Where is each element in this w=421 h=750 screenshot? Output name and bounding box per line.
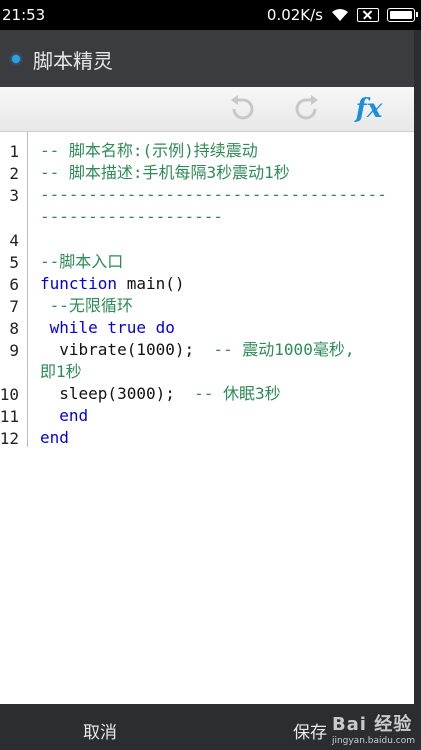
undo-button[interactable] (226, 93, 260, 125)
undo-icon (231, 95, 254, 120)
app-title-bar: 脚本精灵 (0, 30, 414, 87)
sim-none-icon (357, 8, 379, 22)
line-number: 9 (9, 341, 19, 360)
code-line: -- 脚本名称:(示例)持续震动 (40, 141, 258, 160)
line-number: 2 (9, 164, 19, 183)
code-text: vibrate(1000); (40, 340, 195, 359)
code-line: --无限循环 (40, 296, 133, 315)
app-title: 脚本精灵 (33, 49, 113, 73)
code-line: while true do (40, 317, 175, 339)
code-line: -- 脚本描述:手机每隔3秒震动1秒 (40, 163, 290, 182)
editor-toolbar: fx (0, 87, 414, 132)
editor-panel: fx 1 2 3 4 5 6 7 8 9 10 11 12 -- 脚本名称:(示… (0, 87, 414, 704)
code-line: sleep(3000); -- 休眠3秒 (40, 383, 281, 405)
line-number: 6 (9, 275, 19, 294)
bottom-action-bar: 取消 保存 Bai 经验 jingyan.baidu.com (0, 704, 421, 750)
line-number: 3 (9, 186, 19, 205)
code-line-wrap: 即1秒 (40, 362, 82, 381)
code-keyword: function (40, 274, 118, 293)
status-dot-icon (12, 55, 20, 63)
line-number-gutter: 1 2 3 4 5 6 7 8 9 10 11 12 (0, 132, 28, 448)
code-text: sleep(3000); (40, 384, 175, 403)
status-bar: 21:53 0.02K/s (0, 0, 421, 30)
cancel-button[interactable]: 取消 (83, 718, 117, 743)
status-time: 21:53 (2, 6, 46, 24)
code-editor[interactable]: 1 2 3 4 5 6 7 8 9 10 11 12 -- 脚本名称:(示例)持… (0, 132, 414, 704)
code-keyword: true (97, 318, 146, 337)
line-number: 7 (9, 297, 19, 316)
status-right: 0.02K/s (266, 6, 418, 24)
code-comment: -- 震动1000毫秒, (194, 340, 355, 359)
code-text: main() (117, 274, 185, 293)
battery-icon (387, 8, 418, 22)
line-number: 11 (0, 407, 19, 426)
line-number: 8 (9, 319, 19, 338)
line-number: 4 (9, 231, 19, 250)
line-number: 10 (0, 385, 19, 404)
line-number: 1 (9, 142, 19, 161)
code-keyword: while (40, 318, 98, 337)
code-line: end (40, 428, 69, 447)
save-button[interactable]: 保存 (293, 718, 327, 743)
wifi-icon (332, 9, 348, 21)
code-line: --脚本入口 (40, 252, 124, 271)
code-keyword: do (145, 318, 175, 337)
code-line: ------------------------------------ (40, 185, 387, 204)
code-line: end (40, 406, 89, 425)
redo-icon (295, 95, 318, 120)
fx-icon: fx (355, 94, 383, 124)
line-number: 12 (0, 429, 19, 448)
code-line: function main() (40, 273, 185, 295)
watermark-text: Bai 经验 (331, 714, 413, 735)
redo-button[interactable] (289, 93, 323, 125)
code-line-wrap: ------------------- (40, 207, 224, 226)
code-comment: -- 休眠3秒 (174, 384, 281, 403)
line-number: 5 (9, 253, 19, 272)
watermark-url: jingyan.baidu.com (331, 736, 415, 746)
code-line: vibrate(1000); -- 震动1000毫秒, (40, 339, 354, 361)
fx-function-button[interactable]: fx (352, 93, 386, 125)
baidu-watermark: Bai 经验 jingyan.baidu.com (332, 710, 415, 746)
network-speed: 0.02K/s (266, 6, 323, 24)
